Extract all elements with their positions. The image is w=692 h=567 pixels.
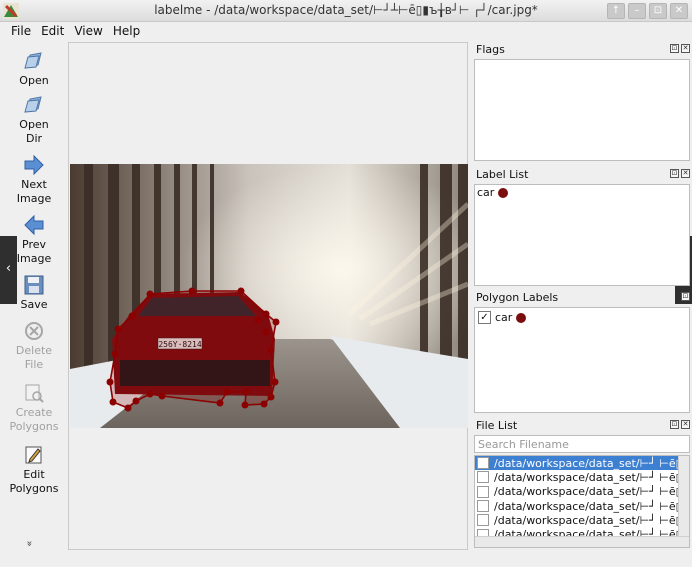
window-title: labelme - /data/workspace/data_set/⊢┘┴⊢ē… bbox=[154, 3, 538, 17]
prev-image-arrow[interactable]: ‹ bbox=[0, 236, 17, 304]
flags-panel: Flags ⊡ ✕ bbox=[472, 41, 692, 161]
label-color-dot bbox=[498, 187, 509, 198]
delete-file-button[interactable]: Delete File bbox=[0, 320, 68, 372]
arrow-left-icon bbox=[24, 214, 44, 236]
open-dir-label-1: Open bbox=[19, 118, 49, 131]
close-icon[interactable]: ✕ bbox=[681, 420, 690, 429]
close-icon[interactable]: ✕ bbox=[681, 44, 690, 53]
edit-label-1: Edit bbox=[23, 468, 45, 481]
car-photo: 256Y·8214 bbox=[70, 164, 468, 428]
label-list[interactable]: car bbox=[474, 184, 690, 286]
menu-view[interactable]: View bbox=[69, 22, 107, 41]
file-list-title: File List bbox=[476, 419, 518, 432]
create-label-2: Polygons bbox=[9, 420, 59, 433]
create-label-1: Create bbox=[15, 406, 53, 419]
create-polygons-button[interactable]: Create Polygons bbox=[0, 382, 68, 434]
label-list-panel: Label List ⊡ ✕ car bbox=[472, 166, 692, 286]
list-item[interactable]: car bbox=[475, 185, 689, 200]
file-list[interactable]: /data/workspace/data_set/⊢┘ ⊢ē▯ /data/wo… bbox=[474, 455, 690, 548]
edit-polygons-button[interactable]: Edit Polygons bbox=[0, 444, 68, 496]
polygon-labels-panel: Polygon Labels ⊡ ✓ car bbox=[472, 289, 692, 413]
status-bar bbox=[0, 552, 692, 567]
file-row[interactable]: /data/workspace/data_set/⊢┘ ⊢ē▯ bbox=[475, 485, 689, 499]
file-row-selected[interactable]: /data/workspace/data_set/⊢┘ ⊢ē▯ bbox=[475, 456, 689, 471]
open-dir-button[interactable]: Open Dir bbox=[0, 94, 68, 146]
label-name: car bbox=[477, 186, 495, 199]
file-checkbox[interactable] bbox=[477, 471, 489, 484]
menu-file[interactable]: File bbox=[6, 22, 36, 41]
title-bar: labelme - /data/workspace/data_set/⊢┘┴⊢ē… bbox=[0, 0, 692, 22]
menu-help[interactable]: Help bbox=[108, 22, 145, 41]
flags-title: Flags bbox=[476, 43, 505, 56]
list-item[interactable]: ✓ car bbox=[475, 308, 689, 327]
open-dir-label-2: Dir bbox=[25, 132, 43, 145]
label-list-title: Label List bbox=[476, 168, 529, 181]
create-polygon-icon bbox=[25, 384, 44, 403]
edit-pencil-icon bbox=[25, 446, 42, 464]
toolbar-extension-chevron-icon[interactable]: » bbox=[24, 540, 35, 546]
file-path: /data/workspace/data_set/⊢┘ ⊢ē▯ bbox=[494, 456, 682, 470]
float-icon[interactable]: ⊡ bbox=[670, 44, 679, 53]
floppy-disk-icon bbox=[24, 275, 44, 295]
keep-above-button[interactable]: ↑ bbox=[607, 3, 625, 19]
file-row[interactable]: /data/workspace/data_set/⊢┘ ⊢ē▯ bbox=[475, 499, 689, 513]
visibility-checkbox[interactable]: ✓ bbox=[478, 311, 491, 324]
image-canvas[interactable]: 256Y·8214 bbox=[68, 42, 468, 550]
file-row[interactable]: /data/workspace/data_set/⊢┘ ⊢ē▯ bbox=[475, 513, 689, 527]
delete-label-2: File bbox=[24, 358, 44, 371]
menu-edit[interactable]: Edit bbox=[36, 22, 69, 41]
flags-title-bar: Flags ⊡ ✕ bbox=[472, 41, 692, 59]
polygon-label-name: car bbox=[495, 311, 513, 324]
close-button[interactable]: ✕ bbox=[670, 3, 688, 19]
file-path: /data/workspace/data_set/⊢┘ ⊢ē▯ bbox=[494, 513, 682, 527]
open-label: Open bbox=[19, 74, 49, 87]
float-icon[interactable]: ⊡ bbox=[681, 292, 690, 301]
folder-icon bbox=[24, 96, 42, 113]
file-row[interactable]: /data/workspace/data_set/⊢┘ ⊢ē▯ bbox=[475, 470, 689, 484]
file-list-title-bar: File List ⊡ ✕ bbox=[472, 417, 692, 435]
file-checkbox[interactable] bbox=[477, 485, 489, 498]
delete-label-1: Delete bbox=[15, 344, 53, 357]
flags-list[interactable] bbox=[474, 59, 690, 161]
next-label-1: Next bbox=[21, 178, 47, 191]
close-icon[interactable]: ✕ bbox=[681, 169, 690, 178]
file-path: /data/workspace/data_set/⊢┘ ⊢ē▯ bbox=[494, 470, 682, 484]
file-checkbox[interactable] bbox=[477, 514, 489, 527]
float-icon[interactable]: ⊡ bbox=[670, 169, 679, 178]
file-list-horizontal-scrollbar[interactable] bbox=[475, 536, 689, 547]
arrow-right-icon bbox=[24, 154, 44, 176]
label-color-dot bbox=[516, 312, 527, 323]
next-label-2: Image bbox=[16, 192, 52, 205]
file-list-panel: File List ⊡ ✕ Search Filename /data/work… bbox=[472, 417, 692, 548]
float-icon[interactable]: ⊡ bbox=[670, 420, 679, 429]
delete-icon bbox=[25, 322, 43, 340]
polygon-labels-list[interactable]: ✓ car bbox=[474, 307, 690, 413]
open-button[interactable]: Open bbox=[0, 50, 68, 88]
folder-icon bbox=[24, 52, 42, 69]
edit-label-2: Polygons bbox=[9, 482, 59, 495]
menu-bar: File Edit View Help bbox=[0, 22, 692, 41]
file-list-vertical-scrollbar[interactable] bbox=[678, 456, 689, 547]
minimize-button[interactable]: – bbox=[628, 3, 646, 19]
maximize-button[interactable]: ⊡ bbox=[649, 3, 667, 19]
search-filename-input[interactable]: Search Filename bbox=[474, 435, 690, 453]
polygon-labels-title: Polygon Labels bbox=[476, 291, 559, 304]
file-path: /data/workspace/data_set/⊢┘ ⊢ē▯ bbox=[494, 485, 682, 499]
file-checkbox[interactable] bbox=[477, 457, 489, 470]
polygon-labels-title-bar: Polygon Labels ⊡ bbox=[472, 289, 692, 307]
next-image-button[interactable]: Next Image bbox=[0, 154, 68, 206]
label-list-title-bar: Label List ⊡ ✕ bbox=[472, 166, 692, 184]
file-path: /data/workspace/data_set/⊢┘ ⊢ē▯ bbox=[494, 499, 682, 513]
file-checkbox[interactable] bbox=[477, 500, 489, 513]
